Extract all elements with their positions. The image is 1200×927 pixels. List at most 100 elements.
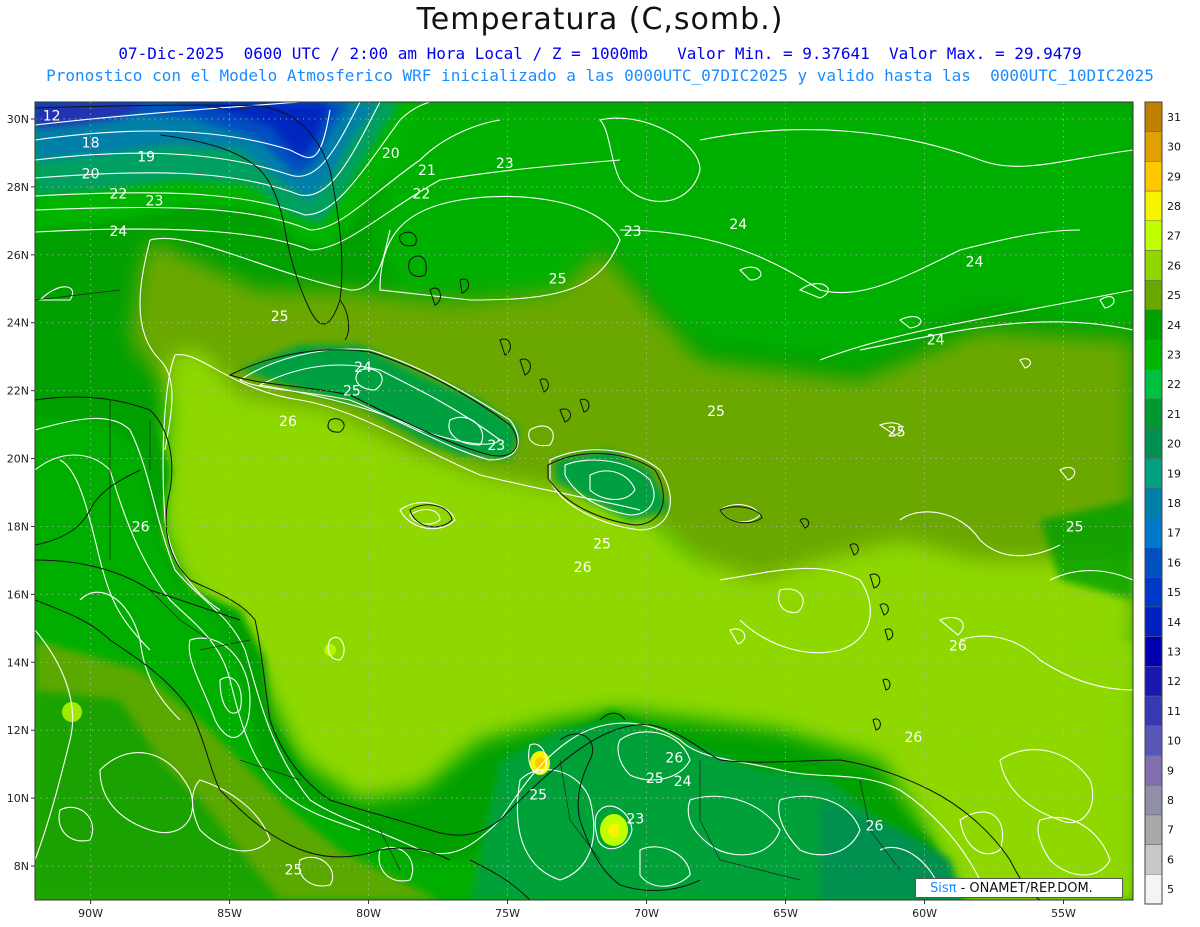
contour-label: 22: [109, 187, 127, 203]
contour-label: 26: [904, 730, 922, 746]
contour-label: 23: [146, 193, 164, 209]
contour-label: 25: [285, 862, 303, 878]
colorbar-swatch: [1144, 161, 1163, 192]
latitude-axis: 30N 28N 26N 24N 22N 20N 18N 16N 14N 12N 10N 8N: [7, 113, 35, 873]
contour-label: 25: [888, 424, 906, 440]
contour-label: 25: [271, 309, 289, 325]
contour-label: 24: [354, 360, 372, 376]
colorbar-swatch: [1144, 636, 1163, 667]
colorbar-label: 14: [1167, 616, 1181, 629]
colorbar-label: 31: [1167, 111, 1181, 124]
colorbar-swatch: [1144, 844, 1163, 875]
colorbar-label: 5: [1167, 883, 1174, 896]
colorbar-swatch: [1144, 398, 1163, 429]
contour-label: 18: [82, 136, 100, 152]
contour-label: 25: [1066, 519, 1084, 535]
contour-label: 23: [627, 812, 645, 828]
lon-tick-label: 55W: [1051, 907, 1076, 920]
lon-tick-label: 60W: [912, 907, 937, 920]
contour-label: 22: [412, 187, 430, 203]
colorbar-swatch: [1144, 666, 1163, 697]
lon-tick-label: 75W: [495, 907, 520, 920]
colorbar-label: 29: [1167, 170, 1181, 183]
lat-tick-label: 28N: [7, 181, 29, 194]
contour-label: 26: [574, 560, 592, 576]
colorbar-label: 22: [1167, 378, 1181, 391]
contour-label: 26: [132, 519, 150, 535]
colorbar-swatch: [1144, 190, 1163, 222]
contour-label: 26: [279, 414, 297, 430]
colorbar-swatch: [1144, 577, 1163, 608]
colorbar-swatch: [1144, 428, 1163, 459]
colorbar-swatch: [1144, 695, 1163, 727]
contour-label: 25: [593, 536, 611, 552]
contour-label: 23: [496, 156, 514, 172]
colorbar-swatch: [1144, 279, 1163, 311]
colorbar-label: 15: [1167, 586, 1181, 599]
contour-label: 24: [927, 333, 945, 349]
lon-tick-label: 90W: [78, 907, 103, 920]
contour-label: 25: [549, 272, 567, 288]
credit-brand: Sisπ: [930, 881, 957, 896]
colorbar-label: 12: [1167, 675, 1181, 688]
lat-tick-label: 24N: [7, 317, 29, 330]
lat-tick-label: 8N: [14, 860, 29, 873]
lat-tick-label: 30N: [7, 113, 29, 126]
lon-tick-label: 65W: [773, 907, 798, 920]
colorbar-label: 6: [1167, 853, 1174, 866]
colorbar-label: 20: [1167, 438, 1181, 451]
colorbar-label: 17: [1167, 527, 1181, 540]
colorbar-swatch: [1144, 309, 1163, 340]
colorbar-swatch: [1144, 487, 1163, 519]
contour-label: 24: [109, 224, 127, 240]
colorbar-label: 10: [1167, 735, 1181, 748]
colorbar-label: 11: [1167, 705, 1181, 718]
colorbar-swatch: [1144, 131, 1163, 162]
colorbar-label: 7: [1167, 824, 1174, 837]
lat-tick-label: 26N: [7, 249, 29, 262]
lat-tick-label: 14N: [7, 656, 29, 669]
colorbar: 31 30 29 28 27 26 25 24 23 22 21 20 19 18 17 16 15 14 13 12…: [1144, 101, 1181, 905]
temperature-map: 1218192022 23242021222323 2424252524252625…: [7, 101, 1181, 920]
credit-organization: - ONAMET/REP.DOM.: [956, 881, 1093, 896]
colorbar-label: 18: [1167, 497, 1181, 510]
lat-tick-label: 16N: [7, 588, 29, 601]
colorbar-swatch: [1144, 784, 1163, 816]
colorbar-swatch: [1144, 755, 1163, 786]
contour-label: 26: [949, 638, 967, 654]
colorbar-swatch: [1144, 725, 1163, 756]
lat-tick-label: 18N: [7, 520, 29, 533]
colorbar-swatch: [1144, 101, 1163, 132]
colorbar-swatch: [1144, 874, 1163, 905]
contour-label: 21: [418, 163, 436, 179]
colorbar-label: 28: [1167, 200, 1181, 213]
colorbar-label: 13: [1167, 646, 1181, 659]
colorbar-swatch: [1144, 606, 1163, 637]
lon-tick-label: 85W: [217, 907, 242, 920]
contour-label: 24: [729, 217, 747, 233]
contour-label: 26: [665, 750, 683, 766]
colorbar-swatch: [1144, 220, 1163, 251]
map-plot-area: 1218192022 23242021222323 2424252524252625…: [35, 102, 1133, 900]
colorbar-swatch: [1144, 369, 1163, 400]
colorbar-label: 27: [1167, 230, 1181, 243]
contour-label: 26: [866, 818, 884, 834]
colorbar-swatch: [1144, 458, 1163, 489]
contour-label: 25: [707, 404, 725, 420]
colorbar-swatch: [1144, 250, 1163, 281]
contour-label: 23: [488, 438, 506, 454]
credit-box: Sisπ - ONAMET/REP.DOM.: [915, 878, 1123, 898]
longitude-axis: 90W 85W 80W 75W 70W 65W 60W 55W: [78, 900, 1076, 920]
contour-label: 24: [966, 255, 984, 271]
contour-label: 20: [82, 166, 100, 182]
colorbar-swatch: [1144, 339, 1163, 370]
contour-label: 19: [137, 149, 155, 165]
colorbar-label: 9: [1167, 764, 1174, 777]
contour-label: 12: [43, 109, 61, 125]
colorbar-label: 16: [1167, 556, 1181, 569]
lat-tick-label: 22N: [7, 385, 29, 398]
colorbar-label: 25: [1167, 289, 1181, 302]
lon-tick-label: 80W: [356, 907, 381, 920]
colorbar-label: 23: [1167, 348, 1181, 361]
contour-label: 24: [674, 774, 692, 790]
